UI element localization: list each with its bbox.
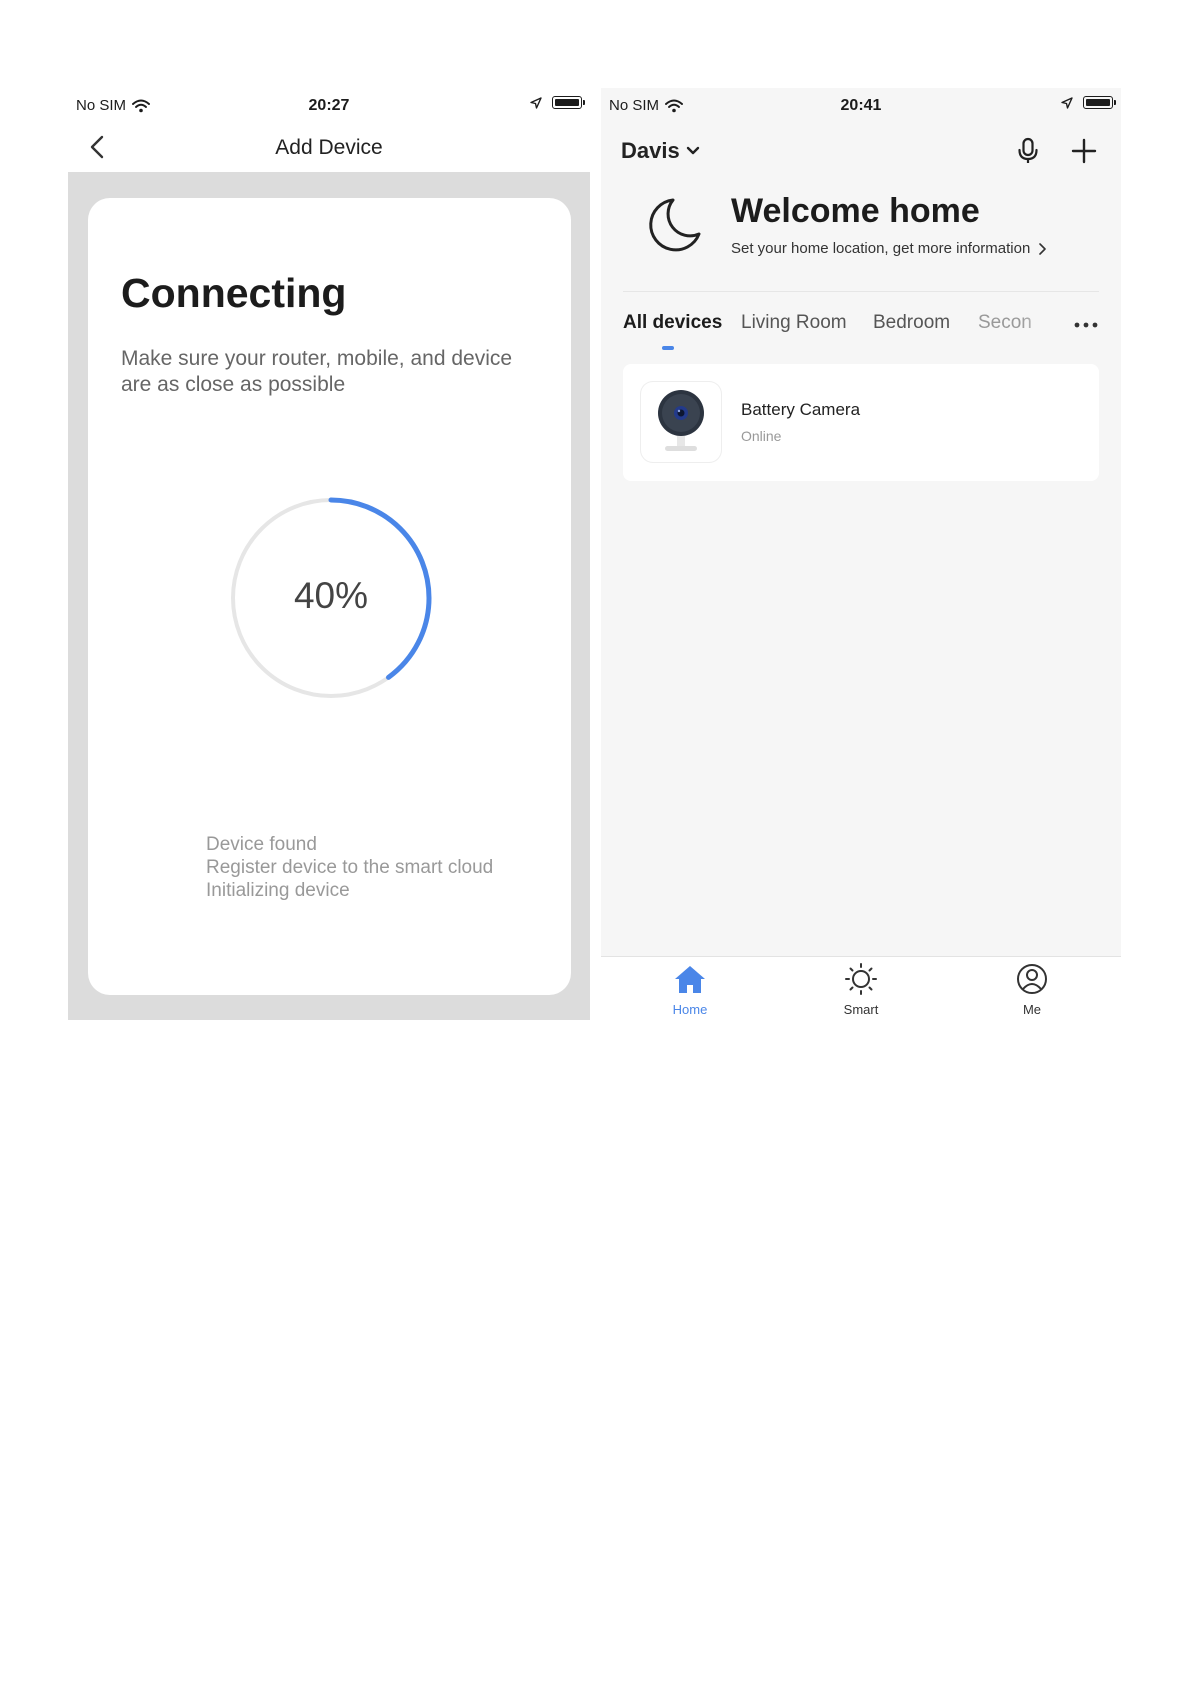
connecting-heading: Connecting bbox=[121, 270, 347, 316]
progress-ring: 40% bbox=[228, 495, 434, 701]
step-initializing: Initializing device bbox=[206, 880, 350, 901]
bottom-tab-bar: Home Smart Me bbox=[601, 956, 1121, 1020]
tab-me[interactable]: Me bbox=[987, 963, 1077, 1017]
profile-icon bbox=[1017, 964, 1047, 994]
tab-smart-label: Smart bbox=[843, 1002, 879, 1017]
progress-percent-label: 40% bbox=[293, 575, 369, 616]
add-device-button[interactable] bbox=[1067, 134, 1101, 168]
chevron-down-icon bbox=[686, 146, 699, 155]
section-divider bbox=[623, 291, 1099, 292]
microphone-icon bbox=[1018, 137, 1038, 163]
status-time: 20:27 bbox=[308, 97, 350, 114]
home-name-label: Davis bbox=[621, 138, 680, 163]
status-right-icons bbox=[530, 96, 585, 109]
status-bar: No SIM 20:41 bbox=[601, 88, 1121, 124]
battery-icon bbox=[1083, 96, 1116, 109]
home-header: Davis bbox=[601, 124, 1121, 180]
home-selector[interactable]: Davis bbox=[621, 138, 700, 164]
home-location-link[interactable]: Set your home location, get more informa… bbox=[731, 240, 1047, 257]
device-name: Battery Camera bbox=[741, 400, 861, 419]
welcome-title: Welcome home bbox=[731, 192, 980, 230]
tab-me-label: Me bbox=[1022, 1002, 1042, 1017]
voice-button[interactable] bbox=[1011, 134, 1045, 168]
tab-home-label: Home bbox=[672, 1002, 708, 1017]
page-title: Add Device bbox=[275, 136, 383, 159]
home-icon bbox=[675, 966, 705, 993]
connecting-card: Connecting Make sure your router, mobile… bbox=[88, 198, 571, 995]
home-location-text: Set your home location, get more informa… bbox=[731, 240, 1031, 257]
content-backdrop: Connecting Make sure your router, mobile… bbox=[68, 172, 590, 1020]
step-device-found: Device found bbox=[206, 834, 317, 855]
add-device-screen: No SIM 20:27 Add Device Connecting Make … bbox=[68, 88, 590, 1020]
battery-icon bbox=[552, 96, 585, 109]
welcome-banner[interactable]: Welcome home Set your home location, get… bbox=[601, 188, 1121, 278]
tab-all-devices[interactable]: All devices bbox=[623, 312, 722, 334]
status-time: 20:41 bbox=[840, 97, 882, 114]
plus-icon bbox=[1071, 138, 1097, 164]
sun-icon bbox=[845, 963, 877, 995]
status-bar: No SIM 20:27 bbox=[68, 88, 590, 124]
chevron-right-icon bbox=[1039, 242, 1047, 255]
location-arrow-icon bbox=[530, 96, 542, 109]
more-dots-icon bbox=[1074, 322, 1098, 328]
camera-thumbnail bbox=[641, 382, 721, 462]
device-card[interactable]: Battery Camera Online bbox=[623, 364, 1099, 481]
step-register-cloud: Register device to the smart cloud bbox=[206, 857, 494, 878]
tab-home[interactable]: Home bbox=[645, 963, 735, 1017]
tab-bedroom[interactable]: Bedroom bbox=[873, 312, 950, 334]
location-arrow-icon bbox=[1061, 96, 1073, 109]
tabs-fade bbox=[1021, 310, 1071, 346]
tab-living-room[interactable]: Living Room bbox=[741, 312, 847, 334]
status-right-icons bbox=[1061, 96, 1116, 109]
more-rooms-button[interactable] bbox=[1071, 310, 1101, 340]
navigation-bar: Add Device bbox=[68, 124, 590, 174]
room-tabs: All devices Living Room Bedroom Secon bbox=[601, 310, 1121, 350]
moon-icon bbox=[649, 198, 701, 252]
connection-steps: Device found Register device to the smar… bbox=[206, 833, 493, 902]
connecting-instructions: Make sure your router, mobile, and devic… bbox=[121, 347, 513, 396]
home-screen: No SIM 20:41 Davis Welcome home Set your… bbox=[601, 88, 1121, 1020]
active-tab-indicator bbox=[662, 346, 674, 350]
device-status: Online bbox=[741, 428, 782, 444]
tab-smart[interactable]: Smart bbox=[816, 963, 906, 1017]
camera-icon bbox=[658, 390, 704, 451]
